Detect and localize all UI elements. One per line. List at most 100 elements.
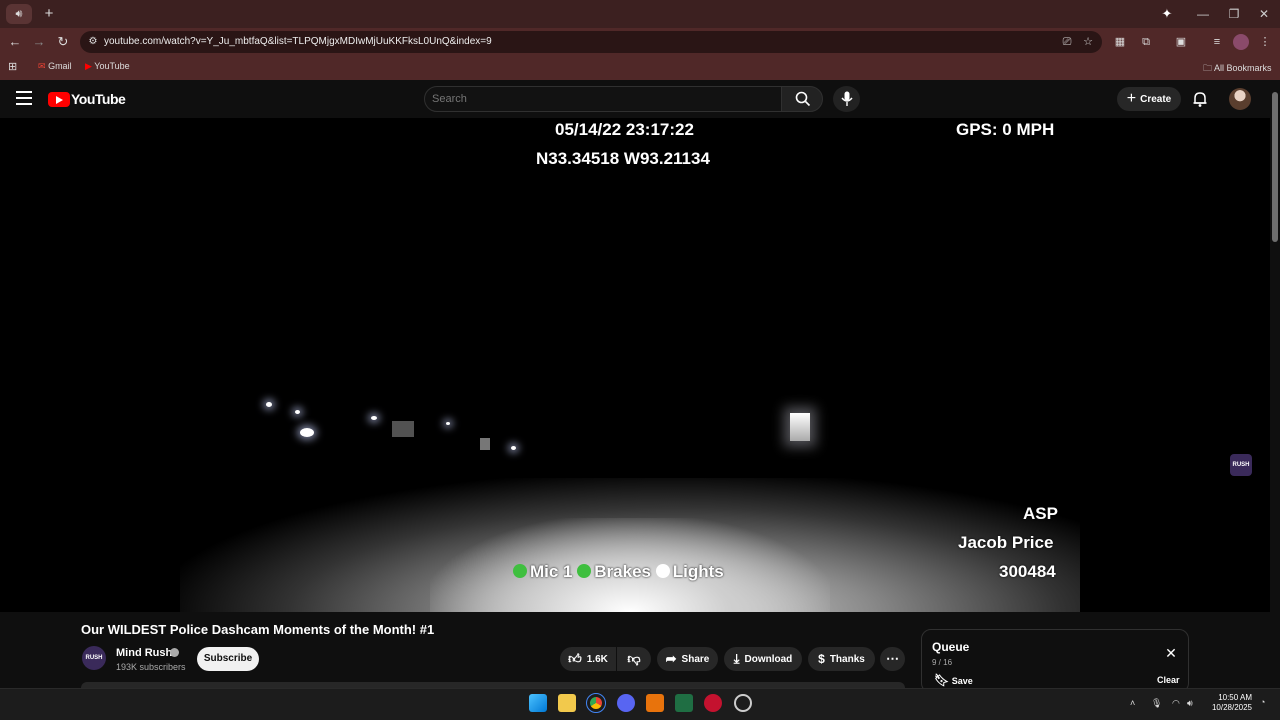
create-button[interactable]: + Create bbox=[1117, 87, 1181, 111]
distant-light bbox=[511, 446, 516, 450]
bookmark-icon: 🔖︎ bbox=[934, 673, 950, 687]
extensions-puzzle-icon[interactable]: ⧉ bbox=[1138, 34, 1154, 50]
bookmark-label: YouTube bbox=[94, 61, 130, 71]
youtube-logo-icon[interactable] bbox=[48, 92, 70, 107]
dislike-button[interactable]: 👎︎ bbox=[617, 647, 651, 671]
porch-light bbox=[790, 413, 810, 441]
url-text[interactable]: youtube.com/watch?v=Y_Ju_mbtfaQ&list=TLP… bbox=[104, 36, 492, 47]
status-dot-icon bbox=[655, 564, 670, 578]
more-horizontal-icon: ⋯ bbox=[886, 651, 899, 666]
site-info-icon[interactable]: ⚙ bbox=[86, 35, 100, 49]
notifications-icon[interactable]: ◔ bbox=[1260, 697, 1265, 707]
bookmark-label: Gmail bbox=[48, 61, 72, 71]
install-app-icon[interactable]: ⎚ bbox=[1059, 34, 1075, 50]
overlay-agency: ASP bbox=[1023, 504, 1058, 523]
extension-icon[interactable]: ▦ bbox=[1112, 34, 1128, 50]
discord-icon[interactable] bbox=[617, 694, 635, 712]
save-label: Save bbox=[951, 676, 973, 686]
distant-light bbox=[371, 416, 377, 420]
side-panel-icon[interactable]: ▣ bbox=[1173, 34, 1189, 50]
bookmark-youtube[interactable]: ▶ YouTube bbox=[85, 61, 130, 72]
sign-shape bbox=[392, 421, 414, 437]
video-player[interactable]: 05/14/22 23:17:22 N33.34518 W93.21134 GP… bbox=[0, 118, 1270, 612]
download-icon: ⤓ bbox=[733, 651, 740, 666]
thanks-label: Thanks bbox=[829, 653, 865, 665]
hamburger-menu-icon[interactable] bbox=[16, 91, 32, 105]
volume-icon[interactable]: 🔊︎ bbox=[1187, 698, 1193, 709]
watermark-text: RUSH bbox=[1232, 462, 1250, 468]
profile-avatar[interactable] bbox=[1233, 34, 1249, 50]
like-button[interactable]: 👍︎ 1.6K bbox=[560, 647, 616, 671]
overlay-officer: Jacob Price bbox=[958, 533, 1054, 552]
media-controls-icon[interactable]: ≡ bbox=[1209, 34, 1225, 50]
channel-watermark-logo[interactable]: RUSH bbox=[1230, 454, 1252, 476]
youtube-logo-text[interactable]: YouTube bbox=[71, 91, 126, 107]
restore-button[interactable]: ❐ bbox=[1224, 5, 1244, 23]
distant-light bbox=[295, 410, 300, 414]
app-icon[interactable] bbox=[646, 694, 664, 712]
start-menu-icon[interactable] bbox=[529, 694, 547, 712]
download-button[interactable]: ⤓ Download bbox=[724, 647, 802, 671]
status-dot-icon bbox=[513, 564, 527, 578]
browser-menu-icon[interactable]: ⋮ bbox=[1257, 34, 1273, 50]
new-tab-button[interactable]: + bbox=[40, 4, 58, 24]
voice-search-button[interactable] bbox=[833, 86, 860, 112]
close-queue-icon[interactable]: ✕ bbox=[1163, 645, 1179, 661]
excel-icon[interactable] bbox=[675, 694, 693, 712]
forward-button[interactable]: → bbox=[29, 32, 49, 52]
indicator-label: Lights bbox=[672, 562, 724, 581]
bookmark-star-icon[interactable]: ☆ bbox=[1080, 34, 1096, 50]
overlay-coordinates: N33.34518 W93.21134 bbox=[536, 149, 710, 168]
thanks-button[interactable]: $ Thanks bbox=[808, 647, 875, 671]
bookmarks-bar bbox=[0, 56, 1280, 80]
all-bookmarks[interactable]: 🗀 All Bookmarks bbox=[1203, 61, 1272, 77]
notifications-bell-icon[interactable] bbox=[1191, 90, 1209, 108]
overlay-unit-id: 300484 bbox=[999, 562, 1056, 581]
file-explorer-icon[interactable] bbox=[558, 694, 576, 712]
media-app-icon[interactable] bbox=[704, 694, 722, 712]
queue-position: 9 / 16 bbox=[932, 658, 953, 667]
indicator-mic: Mic 1 bbox=[513, 562, 573, 581]
share-button[interactable]: ➦ Share bbox=[657, 647, 718, 671]
app-icon[interactable] bbox=[734, 694, 752, 712]
search-icon bbox=[795, 91, 811, 107]
close-window-button[interactable]: ✕ bbox=[1254, 5, 1274, 23]
download-label: Download bbox=[744, 653, 793, 665]
channel-name[interactable]: Mind Rush bbox=[116, 647, 172, 659]
search-button[interactable] bbox=[781, 86, 823, 112]
queue-clear-button[interactable]: Clear bbox=[1157, 675, 1180, 685]
share-icon: ➦ bbox=[665, 651, 677, 666]
minimize-button[interactable]: — bbox=[1193, 5, 1213, 23]
indicator-label: Brakes bbox=[594, 562, 651, 581]
apps-grid-icon[interactable]: ⊞ bbox=[8, 60, 17, 73]
mic-tray-icon[interactable]: 🎙︎ bbox=[1151, 698, 1162, 709]
indicator-label: Mic 1 bbox=[530, 562, 573, 581]
super-thanks-icon: $ bbox=[818, 652, 825, 666]
wifi-icon[interactable]: ◠ bbox=[1172, 698, 1180, 709]
plus-icon: + bbox=[1126, 90, 1137, 107]
reload-button[interactable]: ↻ bbox=[53, 32, 73, 52]
more-actions-button[interactable]: ⋯ bbox=[880, 647, 905, 671]
system-clock[interactable]: 10:50 AM 10/28/2025 bbox=[1206, 693, 1252, 713]
tray-overflow-icon[interactable]: ˄ bbox=[1130, 698, 1135, 708]
create-label: Create bbox=[1140, 93, 1172, 105]
account-avatar[interactable] bbox=[1229, 88, 1251, 110]
gemini-icon[interactable]: ✦ bbox=[1158, 5, 1176, 23]
channel-avatar[interactable]: RUSH bbox=[82, 646, 106, 670]
chrome-icon[interactable] bbox=[586, 693, 606, 713]
queue-save-button[interactable]: 🔖︎ Save bbox=[934, 673, 973, 687]
back-button[interactable]: ← bbox=[5, 32, 25, 52]
active-tab[interactable]: 🔊︎ bbox=[6, 4, 32, 24]
search-input[interactable] bbox=[432, 91, 772, 107]
share-label: Share bbox=[681, 653, 710, 665]
indicator-brakes: Brakes bbox=[577, 562, 651, 581]
distant-light bbox=[446, 422, 450, 425]
bookmark-gmail[interactable]: ✉ Gmail bbox=[38, 61, 72, 72]
clock-time: 10:50 AM bbox=[1218, 693, 1252, 702]
scrollbar-thumb[interactable] bbox=[1272, 92, 1278, 242]
subscribe-button[interactable]: Subscribe bbox=[197, 647, 259, 671]
distant-light bbox=[300, 428, 314, 437]
clock-date: 10/28/2025 bbox=[1211, 703, 1252, 712]
channel-avatar-text: RUSH bbox=[85, 655, 103, 661]
overlay-datetime: 05/14/22 23:17:22 bbox=[555, 120, 694, 139]
